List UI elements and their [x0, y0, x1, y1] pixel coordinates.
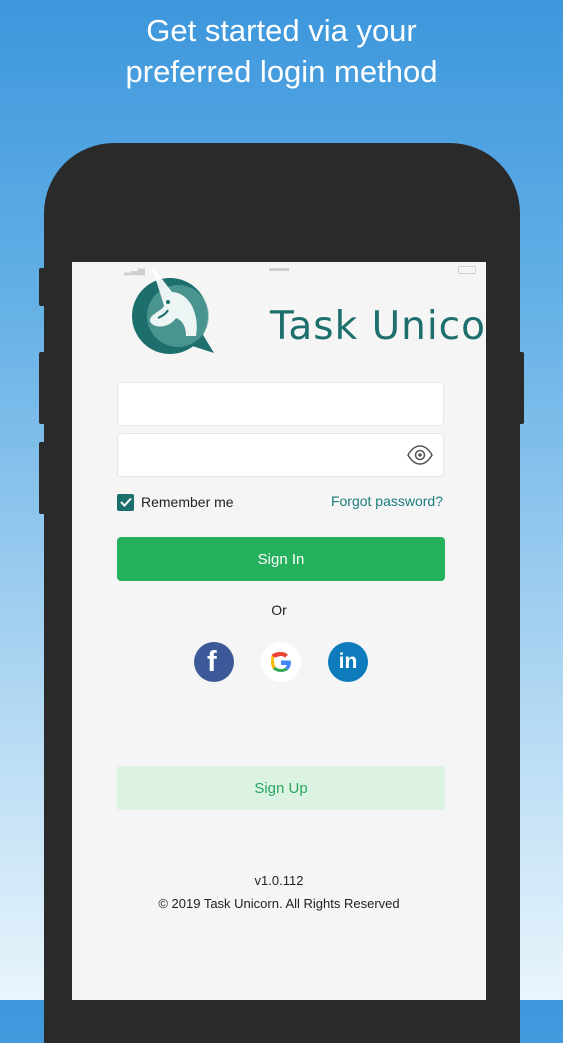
linkedin-icon: in [338, 650, 358, 673]
app-version: v1.0.112 [254, 873, 304, 888]
username-input[interactable] [118, 383, 412, 425]
username-field[interactable] [117, 382, 444, 426]
phone-side-button [39, 268, 47, 306]
remember-me-label[interactable]: Remember me [141, 494, 234, 510]
facebook-login-button[interactable]: f [194, 642, 234, 682]
password-field[interactable] [117, 433, 444, 477]
phone-power-button [516, 352, 524, 424]
promo-headline-line-1: Get started via your [146, 13, 417, 48]
app-screen: ▂▃▅ ▬▬ Task Unicorn [72, 262, 486, 1000]
promo-headline: Get started via your preferred login met… [0, 10, 563, 92]
remember-me[interactable]: Remember me [117, 492, 234, 512]
google-icon [271, 652, 291, 672]
or-divider-label: Or [271, 602, 287, 618]
password-input[interactable] [118, 434, 412, 476]
battery-icon [458, 266, 476, 274]
show-password-eye-icon[interactable] [407, 445, 433, 465]
facebook-icon: f [207, 646, 217, 678]
sign-up-button[interactable]: Sign Up [117, 766, 445, 810]
app-logo: Task Unicorn [128, 266, 486, 358]
promo-headline-line-2: preferred login method [125, 54, 438, 89]
google-login-button[interactable] [261, 642, 301, 682]
phone-volume-up-button [39, 352, 47, 424]
unicorn-logo-icon [132, 266, 214, 354]
checkmark-icon [119, 497, 132, 507]
phone-volume-down-button [39, 442, 47, 514]
forgot-password-link[interactable]: Forgot password? [331, 493, 443, 509]
copyright-notice: © 2019 Task Unicorn. All Rights Reserved [158, 896, 400, 911]
sign-in-button[interactable]: Sign In [117, 537, 445, 581]
app-logo-text: Task Unicorn [270, 304, 486, 349]
linkedin-login-button[interactable]: in [328, 642, 368, 682]
remember-me-checkbox[interactable] [117, 493, 134, 511]
